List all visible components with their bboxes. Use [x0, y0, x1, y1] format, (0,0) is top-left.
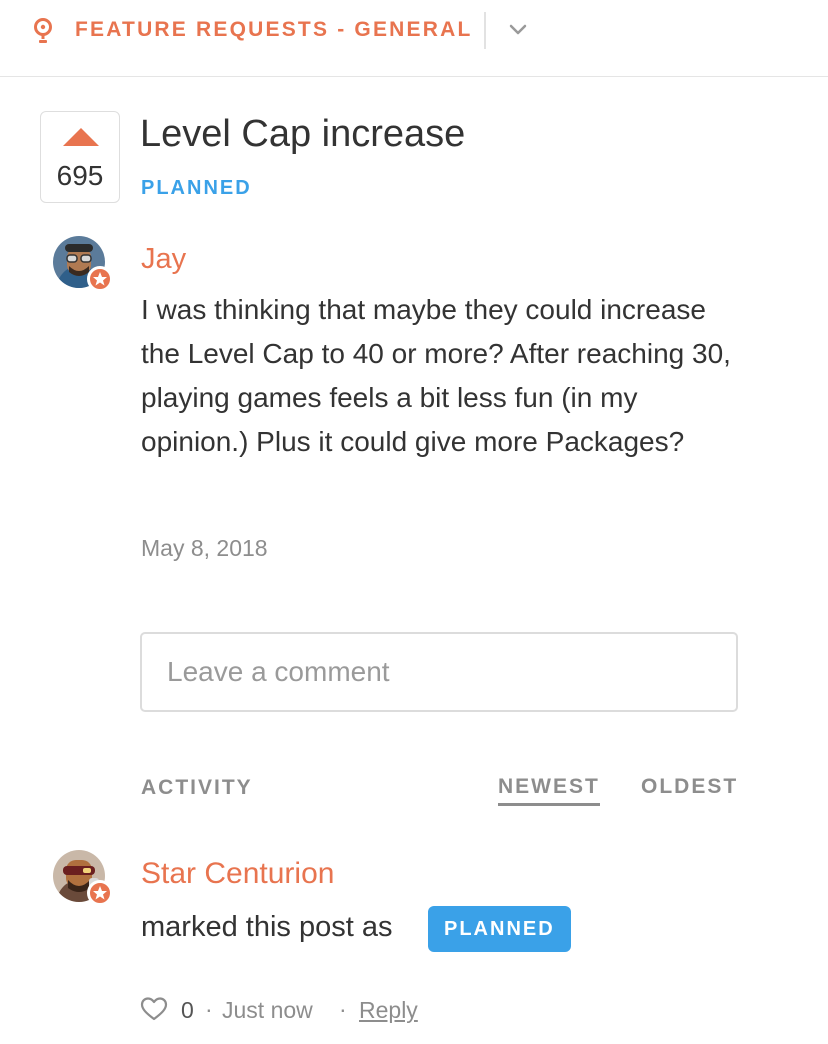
reply-link[interactable]: Reply	[359, 997, 418, 1024]
upvote-button[interactable]: 695	[40, 111, 120, 203]
meta-separator: ·	[205, 996, 213, 1022]
post-date: May 8, 2018	[141, 535, 268, 561]
activity-timestamp: Just now	[222, 997, 313, 1023]
sort-newest-tab[interactable]: NEWEST	[498, 775, 600, 806]
activity-text: marked this post as	[141, 911, 393, 943]
board-title[interactable]: FEATURE REQUESTS - GENERAL	[75, 18, 473, 42]
heart-icon[interactable]	[140, 996, 168, 1022]
like-count: 0	[181, 997, 194, 1023]
activity-author-name[interactable]: Star Centurion	[141, 857, 334, 891]
sort-oldest-tab[interactable]: OLDEST	[641, 775, 738, 799]
star-badge-icon	[87, 880, 113, 906]
post-author-name[interactable]: Jay	[141, 243, 186, 276]
upvote-arrow-icon	[63, 128, 99, 146]
vote-count: 695	[56, 160, 104, 191]
activity-heading: ACTIVITY	[141, 776, 253, 799]
meta-separator: ·	[339, 996, 347, 1022]
status-badge: PLANNED	[428, 906, 571, 952]
post-body: I was thinking that maybe they could inc…	[141, 294, 731, 457]
post-title: Level Cap increase	[140, 113, 466, 155]
post-status-label: PLANNED	[141, 177, 252, 199]
header-divider	[484, 12, 486, 49]
author-avatar[interactable]	[53, 236, 113, 292]
chevron-down-icon[interactable]	[503, 16, 533, 44]
activity-author-avatar[interactable]	[53, 850, 113, 906]
comment-input[interactable]	[140, 632, 738, 712]
star-badge-icon	[87, 266, 113, 292]
lightbulb-icon	[34, 18, 52, 43]
board-header: FEATURE REQUESTS - GENERAL	[0, 0, 828, 77]
